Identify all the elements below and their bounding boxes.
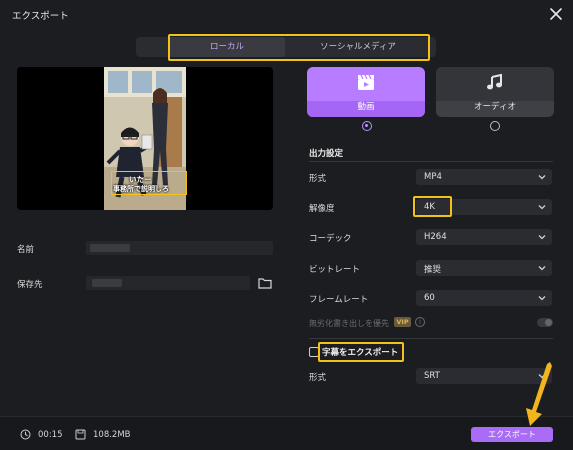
tab-local[interactable]: ローカル bbox=[169, 37, 285, 57]
codec-select[interactable]: H264 bbox=[416, 229, 552, 245]
subtitle-format-value: SRT bbox=[424, 371, 440, 381]
tab-social-media[interactable]: ソーシャルメディア bbox=[289, 37, 427, 57]
mode-audio-label: オーディオ bbox=[474, 102, 516, 112]
chevron-down-icon bbox=[538, 235, 546, 240]
window-title: エクスポート bbox=[12, 11, 69, 22]
framerate-select[interactable]: 60 bbox=[416, 290, 552, 306]
mode-audio-radio[interactable] bbox=[490, 121, 500, 131]
save-location-label: 保存先 bbox=[17, 280, 43, 290]
bitrate-label: ビットレート bbox=[309, 265, 361, 275]
name-label: 名前 bbox=[17, 245, 35, 255]
mode-video-card[interactable]: 動画 bbox=[307, 67, 425, 117]
preview-caption-box bbox=[111, 171, 187, 195]
lossless-priority-label: 無劣化書き出しを優先 bbox=[309, 319, 389, 328]
close-icon[interactable] bbox=[548, 6, 564, 22]
subtitle-export-checkbox[interactable] bbox=[309, 347, 319, 357]
file-size-text: 108.2MB bbox=[93, 430, 131, 440]
resolution-value: 4K bbox=[424, 202, 435, 212]
save-location-value-blurred bbox=[92, 279, 122, 287]
chevron-down-icon bbox=[538, 266, 546, 271]
file-name-value-blurred bbox=[90, 244, 130, 252]
arrow-annotation-icon bbox=[526, 362, 552, 426]
bitrate-select[interactable]: 推奨 bbox=[416, 260, 552, 276]
export-target-tabs: ローカル ソーシャルメディア bbox=[136, 37, 436, 57]
framerate-label: フレームレート bbox=[309, 295, 369, 305]
duration-text: 00:15 bbox=[38, 430, 63, 440]
codec-label: コーデック bbox=[309, 234, 352, 244]
clock-icon bbox=[20, 429, 31, 440]
title-bar: エクスポート bbox=[0, 0, 573, 28]
section-divider bbox=[309, 161, 553, 162]
mode-video-radio[interactable] bbox=[362, 121, 372, 131]
subtitle-format-label: 形式 bbox=[309, 373, 327, 383]
codec-value: H264 bbox=[424, 232, 447, 242]
vip-badge: VIP bbox=[394, 317, 411, 327]
resolution-select[interactable]: 4K bbox=[416, 199, 552, 215]
mode-video-label: 動画 bbox=[357, 102, 375, 112]
clapper-video-icon bbox=[358, 74, 374, 90]
mode-audio-card[interactable]: オーディオ bbox=[436, 67, 554, 117]
chevron-down-icon bbox=[538, 175, 546, 180]
format-value: MP4 bbox=[424, 172, 442, 182]
chevron-down-icon bbox=[538, 296, 546, 301]
subtitle-export-label: 字幕をエクスポート bbox=[322, 348, 399, 358]
format-label: 形式 bbox=[309, 174, 327, 184]
save-disk-icon bbox=[75, 429, 86, 440]
output-settings-title: 出力設定 bbox=[309, 149, 344, 159]
format-select[interactable]: MP4 bbox=[416, 169, 552, 185]
video-preview: いたー 事務所で説明しろ bbox=[17, 67, 273, 210]
subtitle-divider bbox=[309, 338, 553, 339]
music-note-icon bbox=[487, 73, 502, 90]
framerate-value: 60 bbox=[424, 293, 435, 303]
footer-bar: 00:15 108.2MB エクスポート bbox=[0, 416, 573, 450]
chevron-down-icon bbox=[538, 205, 546, 210]
folder-icon[interactable] bbox=[258, 277, 272, 289]
bitrate-value: 推奨 bbox=[424, 265, 442, 275]
lossless-priority-toggle[interactable] bbox=[537, 318, 553, 327]
resolution-label: 解像度 bbox=[309, 204, 335, 214]
info-icon[interactable]: i bbox=[415, 317, 425, 327]
